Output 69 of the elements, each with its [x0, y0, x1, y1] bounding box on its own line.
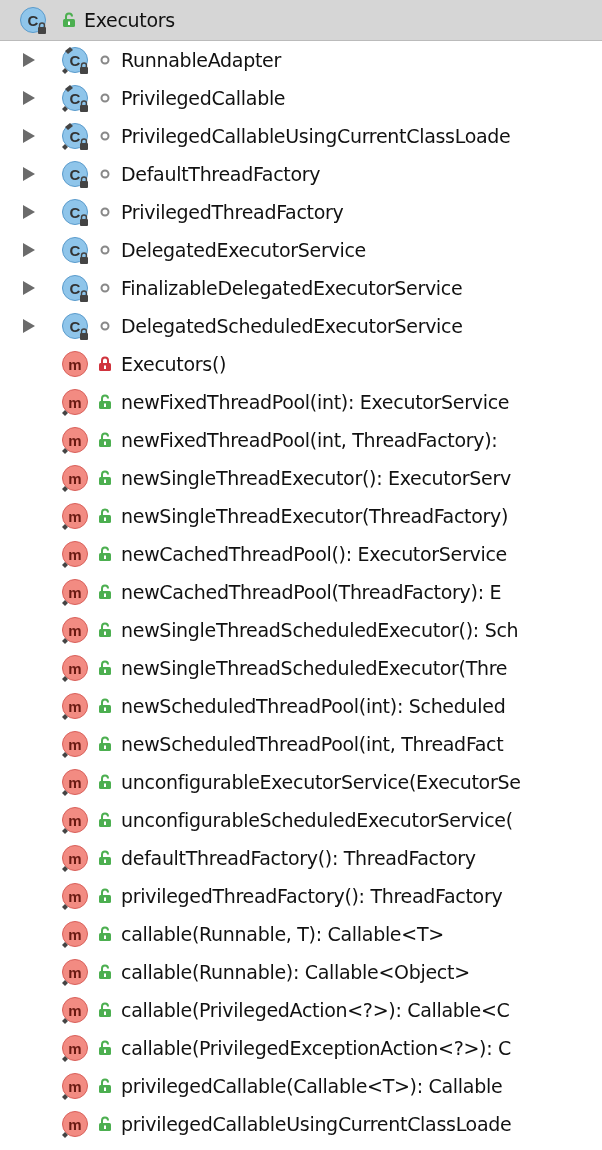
method-icon: m [62, 1035, 88, 1061]
method-icon: m [62, 997, 88, 1023]
method-signature[interactable]: newCachedThreadPool(): ExecutorService [121, 543, 507, 565]
expand-arrow-icon[interactable] [22, 280, 36, 296]
method-icon: m [62, 389, 88, 415]
class-name[interactable]: FinalizableDelegatedExecutorService [121, 277, 463, 299]
method-signature[interactable]: privilegedCallableUsingCurrentClassLoade [121, 1113, 512, 1135]
method-icon: m [62, 579, 88, 605]
method-signature[interactable]: unconfigurableExecutorService(ExecutorSe [121, 771, 521, 793]
class-name[interactable]: PrivilegedCallableUsingCurrentClassLoade [121, 125, 511, 147]
expand-arrow-icon[interactable] [22, 204, 36, 220]
method-icon: m [62, 693, 88, 719]
class-name[interactable]: PrivilegedCallable [121, 87, 286, 109]
method-signature[interactable]: unconfigurableScheduledExecutorService( [121, 809, 513, 831]
method-icon: m [62, 769, 88, 795]
class-name[interactable]: PrivilegedThreadFactory [121, 201, 344, 223]
method-signature[interactable]: privilegedThreadFactory(): ThreadFactory [121, 885, 503, 907]
method-icon: m [62, 921, 88, 947]
method-signature[interactable]: newSingleThreadExecutor(): ExecutorServ [121, 467, 511, 489]
expand-arrow-icon[interactable] [22, 128, 36, 144]
method-icon: m [62, 541, 88, 567]
method-icon: m [62, 845, 88, 871]
class-icon: C [20, 7, 46, 33]
method-signature[interactable]: newFixedThreadPool(int, ThreadFactory): [121, 429, 498, 451]
method-icon: m [62, 959, 88, 985]
method-signature[interactable]: callable(PrivilegedAction<?>): Callable<C [121, 999, 510, 1021]
method-signature[interactable]: newCachedThreadPool(ThreadFactory): E [121, 581, 502, 603]
expand-arrow-icon[interactable] [22, 90, 36, 106]
tree-root-row[interactable]: C Executors [0, 0, 602, 41]
method-icon: m [62, 465, 88, 491]
expand-arrow-icon[interactable] [22, 242, 36, 258]
method-signature[interactable]: callable(Runnable, T): Callable<T> [121, 923, 444, 945]
class-icon: C [62, 85, 88, 111]
expand-arrow-icon[interactable] [22, 318, 36, 334]
method-signature[interactable]: newFixedThreadPool(int): ExecutorService [121, 391, 510, 413]
class-icon: C [62, 237, 88, 263]
class-icon: C [62, 47, 88, 73]
expand-arrow-icon[interactable] [22, 52, 36, 68]
method-signature[interactable]: newScheduledThreadPool(int): Scheduled [121, 695, 506, 717]
method-icon: m [62, 655, 88, 681]
method-icon: m [62, 731, 88, 757]
method-icon: m [62, 1073, 88, 1099]
method-signature[interactable]: newSingleThreadScheduledExecutor(Thre [121, 657, 508, 679]
class-icon: C [62, 275, 88, 301]
method-icon: m [62, 807, 88, 833]
class-name[interactable]: DelegatedScheduledExecutorService [121, 315, 463, 337]
class-icon: C [62, 123, 88, 149]
method-icon: m [62, 617, 88, 643]
method-icon: m [62, 351, 88, 377]
method-icon: m [62, 427, 88, 453]
class-icon: C [62, 313, 88, 339]
method-icon: m [62, 1111, 88, 1137]
method-icon: m [62, 883, 88, 909]
method-signature[interactable]: defaultThreadFactory(): ThreadFactory [121, 847, 476, 869]
method-signature[interactable]: callable(Runnable): Callable<Object> [121, 961, 470, 983]
class-name: Executors [84, 9, 175, 31]
class-name[interactable]: RunnableAdapter [121, 49, 282, 71]
method-signature[interactable]: privilegedCallable(Callable<T>): Callable [121, 1075, 503, 1097]
class-icon: C [62, 161, 88, 187]
expand-arrow-icon[interactable] [22, 166, 36, 182]
method-signature[interactable]: Executors() [121, 353, 227, 375]
method-signature[interactable]: newSingleThreadExecutor(ThreadFactory) [121, 505, 509, 527]
method-signature[interactable]: callable(PrivilegedExceptionAction<?>): C [121, 1037, 511, 1059]
method-signature[interactable]: newScheduledThreadPool(int, ThreadFact [121, 733, 504, 755]
method-signature[interactable]: newSingleThreadScheduledExecutor(): Sch [121, 619, 519, 641]
class-name[interactable]: DelegatedExecutorService [121, 239, 366, 261]
class-icon: C [62, 199, 88, 225]
class-name[interactable]: DefaultThreadFactory [121, 163, 321, 185]
method-icon: m [62, 503, 88, 529]
